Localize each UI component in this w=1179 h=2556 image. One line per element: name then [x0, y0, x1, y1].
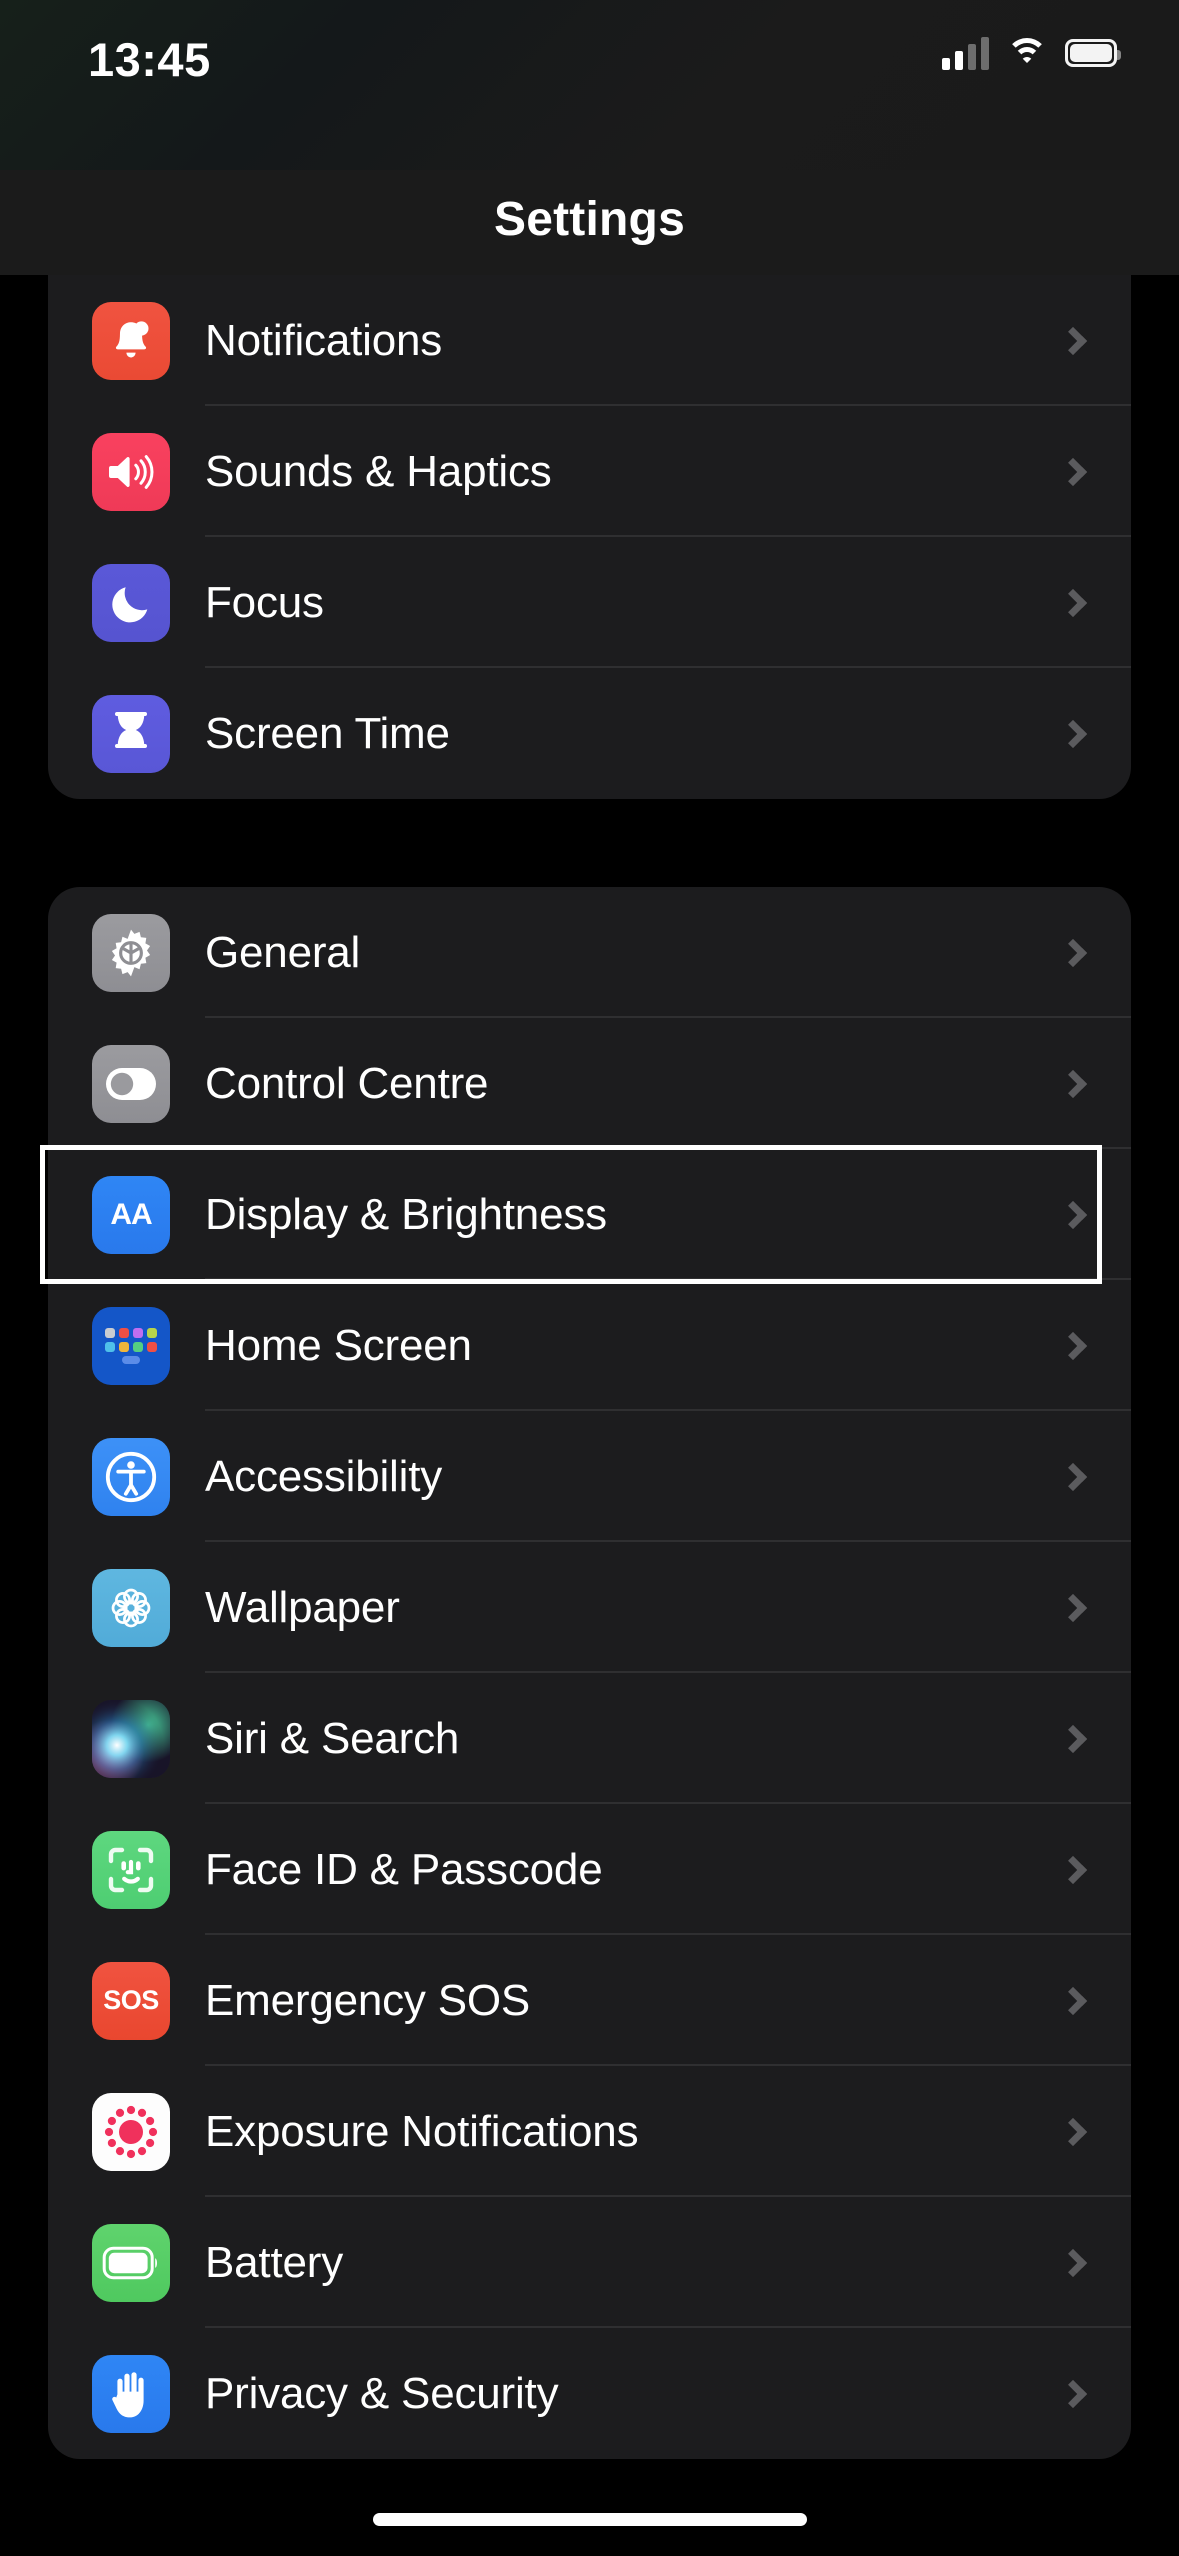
home-indicator [372, 2513, 807, 2526]
settings-row-label: Privacy & Security [205, 2368, 559, 2418]
iphone-settings-screen: 13:45 Settings Notifications Sounds & Hap… [0, 0, 1179, 2556]
status-bar-clock: 13:45 [88, 33, 211, 86]
row-icon-container [92, 1568, 170, 1647]
settings-row-label: Face ID & Passcode [205, 1844, 603, 1894]
settings-row-exposure-notifications[interactable]: Exposure Notifications [48, 2066, 1131, 2197]
aa-text-size-icon: AA [92, 1175, 170, 1254]
settings-row-label: Notifications [205, 315, 443, 365]
row-icon-container [92, 913, 170, 992]
settings-row-label: General [205, 927, 361, 977]
flower-pattern-icon [92, 1568, 170, 1647]
settings-row-notifications[interactable]: Notifications [48, 275, 1131, 406]
chevron-right-icon [1058, 457, 1088, 486]
app-grid-icon [92, 1306, 170, 1385]
settings-row-label: Battery [205, 2237, 343, 2287]
accessibility-icon [92, 1437, 170, 1516]
gear-icon [92, 913, 170, 992]
chevron-right-icon [1058, 2117, 1088, 2146]
page-title: Settings [494, 193, 685, 246]
chevron-right-icon [1058, 2248, 1088, 2277]
settings-row-label: Accessibility [205, 1451, 443, 1501]
row-icon-container [92, 563, 170, 642]
hand-raised-icon [92, 2354, 170, 2433]
settings-row-wallpaper[interactable]: Wallpaper [48, 1542, 1131, 1673]
wifi-icon [1006, 36, 1048, 70]
chevron-right-icon [1058, 588, 1088, 617]
navigation-bar: Settings [0, 170, 1179, 275]
settings-row-battery[interactable]: Battery [48, 2197, 1131, 2328]
settings-row-privacy-security[interactable]: Privacy & Security [48, 2328, 1131, 2459]
settings-row-siri-search[interactable]: Siri & Search [48, 1673, 1131, 1804]
settings-row-label: Wallpaper [205, 1582, 400, 1632]
settings-row-label: Home Screen [205, 1320, 472, 1370]
chevron-right-icon [1058, 1331, 1088, 1360]
chevron-right-icon [1058, 1724, 1088, 1753]
row-icon-container [92, 432, 170, 511]
settings-row-label: Control Centre [205, 1058, 489, 1108]
chevron-right-icon [1058, 1855, 1088, 1884]
row-icon-container [92, 1699, 170, 1778]
bell-icon [92, 301, 170, 380]
chevron-right-icon [1058, 1200, 1088, 1229]
settings-row-label: Sounds & Haptics [205, 446, 552, 496]
face-id-icon [92, 1830, 170, 1909]
row-icon-container: SOS [92, 1961, 170, 2040]
speaker-waves-icon [92, 432, 170, 511]
siri-orb-icon [92, 1699, 170, 1778]
hourglass-icon [92, 694, 170, 773]
chevron-right-icon [1058, 326, 1088, 355]
row-icon-container [92, 2092, 170, 2171]
chevron-right-icon [1058, 719, 1088, 748]
battery-icon [92, 2223, 170, 2302]
battery-full-icon [1065, 39, 1121, 67]
row-icon-container [92, 301, 170, 380]
status-bar: 13:45 [0, 0, 1179, 170]
row-icon-container [92, 1044, 170, 1123]
settings-row-sounds-haptics[interactable]: Sounds & Haptics [48, 406, 1131, 537]
settings-row-display-brightness[interactable]: AA Display & Brightness [48, 1149, 1131, 1280]
settings-row-general[interactable]: General [48, 887, 1131, 1018]
row-icon-container [92, 694, 170, 773]
chevron-right-icon [1058, 1069, 1088, 1098]
settings-row-control-centre[interactable]: Control Centre [48, 1018, 1131, 1149]
row-icon-container [92, 1306, 170, 1385]
settings-row-screen-time[interactable]: Screen Time [48, 668, 1131, 799]
chevron-right-icon [1058, 1986, 1088, 2015]
settings-scroll-view[interactable]: Notifications Sounds & Haptics Focus Screen… [0, 275, 1179, 2556]
row-icon-container [92, 1437, 170, 1516]
settings-row-face-id-passcode[interactable]: Face ID & Passcode [48, 1804, 1131, 1935]
settings-row-accessibility[interactable]: Accessibility [48, 1411, 1131, 1542]
status-bar-indicators [942, 36, 1121, 70]
crescent-moon-icon [92, 563, 170, 642]
settings-row-emergency-sos[interactable]: SOS Emergency SOS [48, 1935, 1131, 2066]
toggle-switch-icon [92, 1044, 170, 1123]
settings-row-home-screen[interactable]: Home Screen [48, 1280, 1131, 1411]
settings-row-focus[interactable]: Focus [48, 537, 1131, 668]
settings-row-label: Display & Brightness [205, 1189, 607, 1239]
sos-icon: SOS [92, 1961, 170, 2040]
row-icon-container [92, 2223, 170, 2302]
chevron-right-icon [1058, 2379, 1088, 2408]
row-icon-container [92, 2354, 170, 2433]
group-alerts: Notifications Sounds & Haptics Focus Screen… [48, 275, 1131, 799]
chevron-right-icon [1058, 1462, 1088, 1491]
exposure-dots-icon [92, 2092, 170, 2171]
settings-row-label: Screen Time [205, 708, 450, 758]
settings-row-label: Exposure Notifications [205, 2106, 639, 2156]
chevron-right-icon [1058, 938, 1088, 967]
row-icon-container [92, 1830, 170, 1909]
group-system: General Control Centre AA Display & Brightn… [48, 887, 1131, 2459]
settings-row-label: Emergency SOS [205, 1975, 531, 2025]
cellular-signal-icon [942, 36, 989, 70]
chevron-right-icon [1058, 1593, 1088, 1622]
row-icon-container: AA [92, 1175, 170, 1254]
settings-row-label: Siri & Search [205, 1713, 460, 1763]
settings-row-label: Focus [205, 577, 324, 627]
